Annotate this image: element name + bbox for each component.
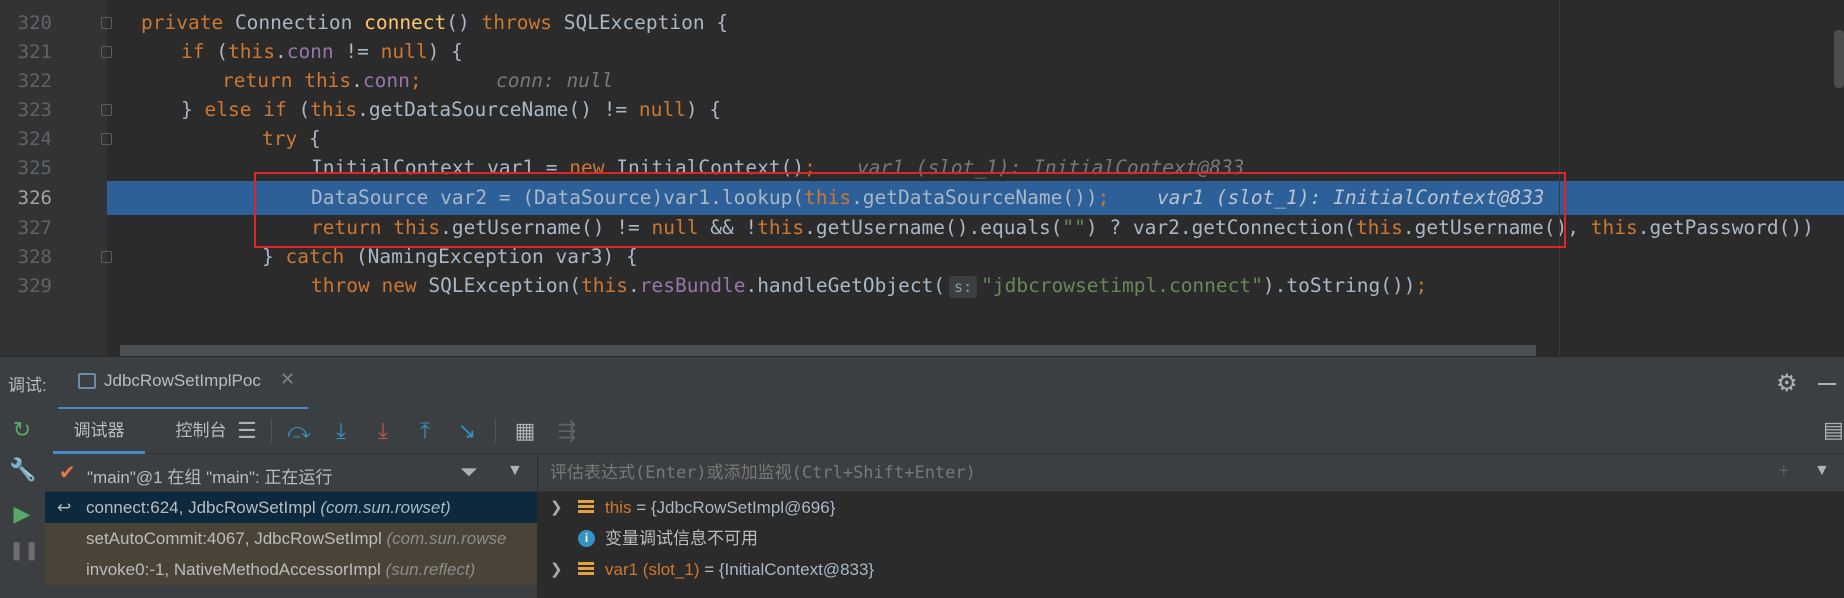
frame-label: invoke0:-1, NativeMethodAccessorImpl (su… <box>86 560 476 579</box>
debug-tool-window-header: 调试: JdbcRowSetImplPoc ✕ ⚙ <box>0 356 1844 410</box>
force-step-into-icon[interactable]: ⤓ <box>369 417 397 445</box>
variable-row[interactable]: ❯ var1 (slot_1) = {InitialContext@833} <box>538 554 1844 585</box>
run-to-cursor-icon[interactable]: ↘ <box>453 417 481 445</box>
gear-icon[interactable]: ⚙ <box>1776 369 1798 398</box>
debug-session-tab[interactable]: JdbcRowSetImplPoc ✕ <box>58 357 308 410</box>
line-number: 325 <box>17 157 52 179</box>
variable-row[interactable]: ❯ this = {JdbcRowSetImpl@696} <box>538 492 1844 523</box>
variables-panel: + ▼ ❯ this = {JdbcRowSetImpl@696} i 变量调试… <box>538 454 1844 598</box>
debug-session-icon <box>78 373 96 389</box>
toolbar-separator <box>495 419 496 443</box>
expand-arrow-icon[interactable]: ❯ <box>550 554 563 585</box>
chevron-down-icon[interactable]: ▼ <box>507 462 523 480</box>
code-line[interactable]: throw new SQLException(this.resBundle.ha… <box>107 269 1844 303</box>
line-number: 329 <box>17 275 52 297</box>
frame-label: connect:624, JdbcRowSetImpl (com.sun.row… <box>86 498 451 517</box>
expand-arrow-icon[interactable]: ❯ <box>550 492 563 523</box>
tab-debugger[interactable]: 调试器 <box>53 409 145 454</box>
return-arrow-icon: ↩ <box>57 498 72 517</box>
variable-text: this = {JdbcRowSetImpl@696} <box>605 498 836 517</box>
session-tab-label: JdbcRowSetImplPoc <box>104 371 261 390</box>
stack-frame[interactable]: invoke0:-1, NativeMethodAccessorImpl (su… <box>45 554 537 585</box>
step-out-icon[interactable]: ⤒ <box>411 417 439 445</box>
evaluate-bar: + ▼ <box>538 454 1844 492</box>
frame-label: setAutoCommit:4067, JdbcRowSetImpl (com.… <box>86 529 507 548</box>
field-icon <box>578 562 594 577</box>
check-icon: ✔ <box>59 462 76 484</box>
trace-icon[interactable]: ⇶ <box>553 417 581 445</box>
gutter-line[interactable]: 329 <box>0 269 107 303</box>
step-over-icon[interactable]: ⤼ <box>285 417 313 445</box>
code-editor[interactable]: 320 private Connection connect() throws … <box>0 0 1844 356</box>
step-into-icon[interactable]: ⤓ <box>327 417 355 445</box>
horizontal-scrollbar[interactable] <box>120 345 1536 356</box>
debug-title: 调试: <box>8 376 47 395</box>
gutter-line[interactable]: 325 <box>0 151 107 185</box>
thread-selector[interactable]: ✔ "main"@1 在组 "main": 正在运行 ⏷ ▼ <box>45 454 537 492</box>
annotation-highlight-box <box>254 172 1566 248</box>
debug-left-rail: ↻ 🔧 ▶ ❚❚ <box>0 409 45 598</box>
code-text: throw new SQLException(this.resBundle.ha… <box>311 274 1428 298</box>
vertical-scrollbar[interactable] <box>1834 30 1844 88</box>
add-watch-icon[interactable]: + <box>1778 460 1790 483</box>
info-icon: i <box>578 530 595 547</box>
resume-icon[interactable]: ▶ <box>9 501 35 527</box>
filter-icon[interactable]: ⏷ <box>460 459 478 485</box>
layout-icon[interactable]: ▤ <box>1823 417 1844 443</box>
rerun-icon[interactable]: ↻ <box>9 417 35 443</box>
thread-label: "main"@1 在组 "main": 正在运行 <box>87 468 333 487</box>
chevron-down-icon[interactable]: ▼ <box>1814 462 1830 480</box>
stack-frame[interactable]: ↩ connect:624, JdbcRowSetImpl (com.sun.r… <box>45 492 537 523</box>
wrench-icon[interactable]: 🔧 <box>9 457 36 483</box>
debugger-toolbar: 调试器 控制台 ☰ ⤼ ⤓ ⤓ ⤒ ↘ ▦ ⇶ ▤ <box>45 409 1844 454</box>
parameter-hint: s: <box>949 275 978 298</box>
line-number: 326 <box>17 187 52 209</box>
info-message: 变量调试信息不可用 <box>605 529 758 548</box>
minimize-icon[interactable] <box>1818 383 1836 385</box>
toolbar-separator <box>271 419 272 443</box>
evaluate-icon[interactable]: ▦ <box>511 417 539 445</box>
frames-panel: ✔ "main"@1 在组 "main": 正在运行 ⏷ ▼ ↩ connect… <box>45 454 537 598</box>
close-icon[interactable]: ✕ <box>280 369 295 390</box>
field-icon <box>578 500 594 515</box>
variable-text: var1 (slot_1) = {InitialContext@833} <box>605 560 875 579</box>
stack-frame[interactable]: setAutoCommit:4067, JdbcRowSetImpl (com.… <box>45 523 537 554</box>
variable-row: i 变量调试信息不可用 <box>538 523 1844 554</box>
evaluate-expression-input[interactable] <box>550 461 1750 485</box>
frames-list-icon[interactable]: ☰ <box>233 417 261 445</box>
pause-icon[interactable]: ❚❚ <box>9 537 39 563</box>
gutter-line-current[interactable]: 326 <box>0 181 107 215</box>
